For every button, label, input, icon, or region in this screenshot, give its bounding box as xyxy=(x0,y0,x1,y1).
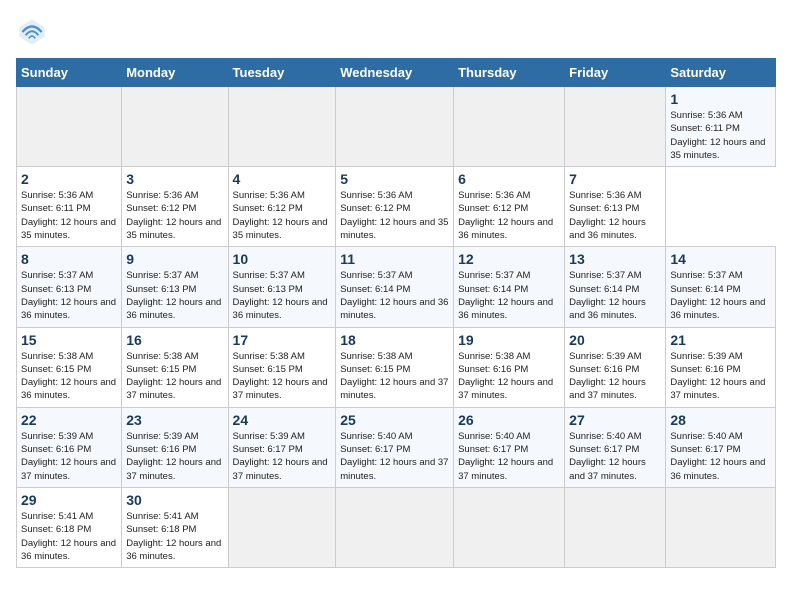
day-cell-6: 6Sunrise: 5:36 AMSunset: 6:12 PMDaylight… xyxy=(454,167,565,247)
day-cell-14: 14Sunrise: 5:37 AMSunset: 6:14 PMDayligh… xyxy=(666,247,776,327)
header-row: SundayMondayTuesdayWednesdayThursdayFrid… xyxy=(17,59,776,87)
day-cell-19: 19Sunrise: 5:38 AMSunset: 6:16 PMDayligh… xyxy=(454,327,565,407)
day-cell-23: 23Sunrise: 5:39 AMSunset: 6:16 PMDayligh… xyxy=(122,407,228,487)
week-row-3: 8Sunrise: 5:37 AMSunset: 6:13 PMDaylight… xyxy=(17,247,776,327)
empty-cell xyxy=(336,87,454,167)
day-cell-3: 3Sunrise: 5:36 AMSunset: 6:12 PMDaylight… xyxy=(122,167,228,247)
col-header-tuesday: Tuesday xyxy=(228,59,336,87)
empty-cell xyxy=(228,87,336,167)
day-cell-24: 24Sunrise: 5:39 AMSunset: 6:17 PMDayligh… xyxy=(228,407,336,487)
day-cell-20: 20Sunrise: 5:39 AMSunset: 6:16 PMDayligh… xyxy=(565,327,666,407)
day-cell-10: 10Sunrise: 5:37 AMSunset: 6:13 PMDayligh… xyxy=(228,247,336,327)
day-cell-30: 30Sunrise: 5:41 AMSunset: 6:18 PMDayligh… xyxy=(122,487,228,567)
logo-icon xyxy=(16,16,48,48)
week-row-1: 1Sunrise: 5:36 AMSunset: 6:11 PMDaylight… xyxy=(17,87,776,167)
col-header-thursday: Thursday xyxy=(454,59,565,87)
empty-cell xyxy=(565,487,666,567)
day-cell-29: 29Sunrise: 5:41 AMSunset: 6:18 PMDayligh… xyxy=(17,487,122,567)
col-header-saturday: Saturday xyxy=(666,59,776,87)
day-cell-2: 2Sunrise: 5:36 AMSunset: 6:11 PMDaylight… xyxy=(17,167,122,247)
week-row-2: 2Sunrise: 5:36 AMSunset: 6:11 PMDaylight… xyxy=(17,167,776,247)
empty-cell xyxy=(17,87,122,167)
calendar-table: SundayMondayTuesdayWednesdayThursdayFrid… xyxy=(16,58,776,568)
empty-cell xyxy=(454,487,565,567)
day-cell-9: 9Sunrise: 5:37 AMSunset: 6:13 PMDaylight… xyxy=(122,247,228,327)
logo xyxy=(16,16,52,48)
day-cell-4: 4Sunrise: 5:36 AMSunset: 6:12 PMDaylight… xyxy=(228,167,336,247)
week-row-6: 29Sunrise: 5:41 AMSunset: 6:18 PMDayligh… xyxy=(17,487,776,567)
empty-cell xyxy=(565,87,666,167)
day-cell-22: 22Sunrise: 5:39 AMSunset: 6:16 PMDayligh… xyxy=(17,407,122,487)
day-cell-1: 1Sunrise: 5:36 AMSunset: 6:11 PMDaylight… xyxy=(666,87,776,167)
col-header-wednesday: Wednesday xyxy=(336,59,454,87)
day-cell-28: 28Sunrise: 5:40 AMSunset: 6:17 PMDayligh… xyxy=(666,407,776,487)
empty-cell xyxy=(122,87,228,167)
col-header-sunday: Sunday xyxy=(17,59,122,87)
day-cell-16: 16Sunrise: 5:38 AMSunset: 6:15 PMDayligh… xyxy=(122,327,228,407)
day-cell-18: 18Sunrise: 5:38 AMSunset: 6:15 PMDayligh… xyxy=(336,327,454,407)
empty-cell xyxy=(228,487,336,567)
day-cell-25: 25Sunrise: 5:40 AMSunset: 6:17 PMDayligh… xyxy=(336,407,454,487)
day-cell-13: 13Sunrise: 5:37 AMSunset: 6:14 PMDayligh… xyxy=(565,247,666,327)
day-cell-11: 11Sunrise: 5:37 AMSunset: 6:14 PMDayligh… xyxy=(336,247,454,327)
empty-cell xyxy=(336,487,454,567)
day-cell-27: 27Sunrise: 5:40 AMSunset: 6:17 PMDayligh… xyxy=(565,407,666,487)
col-header-monday: Monday xyxy=(122,59,228,87)
col-header-friday: Friday xyxy=(565,59,666,87)
empty-cell xyxy=(666,487,776,567)
week-row-4: 15Sunrise: 5:38 AMSunset: 6:15 PMDayligh… xyxy=(17,327,776,407)
page-header xyxy=(16,16,776,48)
week-row-5: 22Sunrise: 5:39 AMSunset: 6:16 PMDayligh… xyxy=(17,407,776,487)
day-cell-7: 7Sunrise: 5:36 AMSunset: 6:13 PMDaylight… xyxy=(565,167,666,247)
day-cell-21: 21Sunrise: 5:39 AMSunset: 6:16 PMDayligh… xyxy=(666,327,776,407)
day-cell-17: 17Sunrise: 5:38 AMSunset: 6:15 PMDayligh… xyxy=(228,327,336,407)
day-cell-15: 15Sunrise: 5:38 AMSunset: 6:15 PMDayligh… xyxy=(17,327,122,407)
empty-cell xyxy=(454,87,565,167)
day-cell-12: 12Sunrise: 5:37 AMSunset: 6:14 PMDayligh… xyxy=(454,247,565,327)
day-cell-8: 8Sunrise: 5:37 AMSunset: 6:13 PMDaylight… xyxy=(17,247,122,327)
day-cell-26: 26Sunrise: 5:40 AMSunset: 6:17 PMDayligh… xyxy=(454,407,565,487)
day-cell-5: 5Sunrise: 5:36 AMSunset: 6:12 PMDaylight… xyxy=(336,167,454,247)
